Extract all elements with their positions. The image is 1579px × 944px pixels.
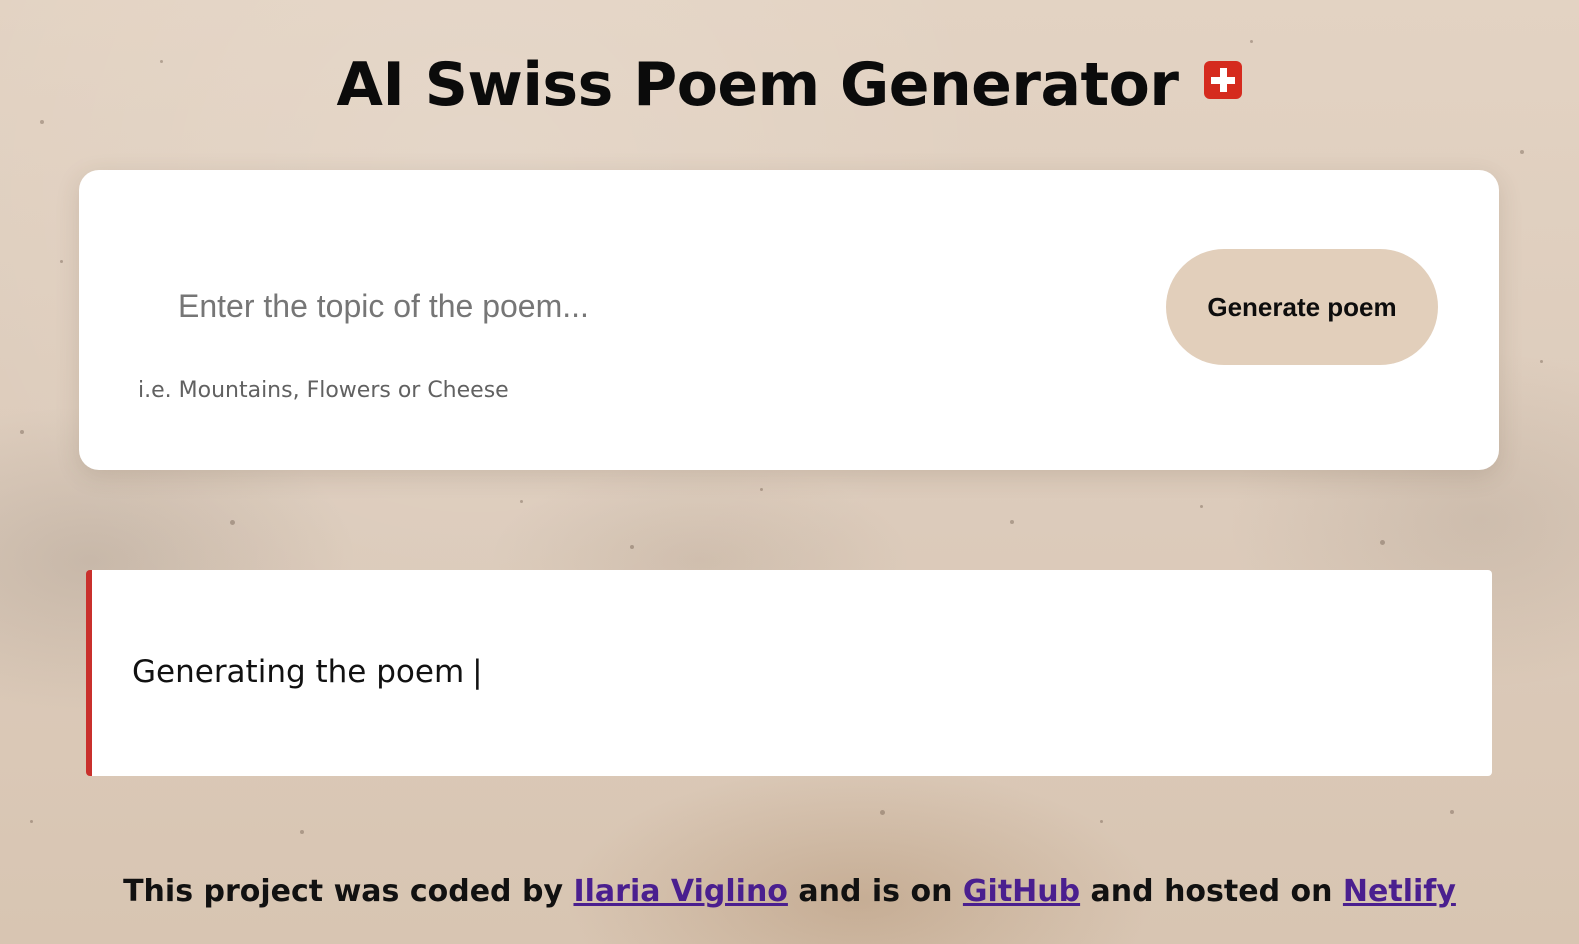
footer: This project was coded by Ilaria Viglino… bbox=[0, 874, 1579, 909]
footer-text-3: and hosted on bbox=[1090, 874, 1333, 909]
github-link[interactable]: GitHub bbox=[963, 874, 1080, 909]
poem-status: Generating the poem | bbox=[132, 654, 483, 690]
topic-input[interactable] bbox=[178, 280, 1138, 332]
generate-poem-button[interactable]: Generate poem bbox=[1166, 249, 1438, 365]
poem-status-text: Generating the poem bbox=[132, 654, 465, 690]
poem-form: i.e. Mountains, Flowers or Cheese Genera… bbox=[79, 170, 1499, 470]
topic-hint: i.e. Mountains, Flowers or Cheese bbox=[138, 378, 509, 403]
footer-text-2: and is on bbox=[798, 874, 953, 909]
typing-cursor: | bbox=[472, 654, 483, 690]
page-title: AI Swiss Poem Generator bbox=[0, 50, 1579, 120]
page-title-text: AI Swiss Poem Generator bbox=[336, 50, 1179, 120]
author-link[interactable]: Ilaria Viglino bbox=[573, 874, 787, 909]
poem-output: Generating the poem | bbox=[86, 570, 1492, 776]
footer-text-1: This project was coded by bbox=[123, 874, 564, 909]
netlify-link[interactable]: Netlify bbox=[1343, 874, 1456, 909]
swiss-flag-icon bbox=[1204, 61, 1243, 99]
